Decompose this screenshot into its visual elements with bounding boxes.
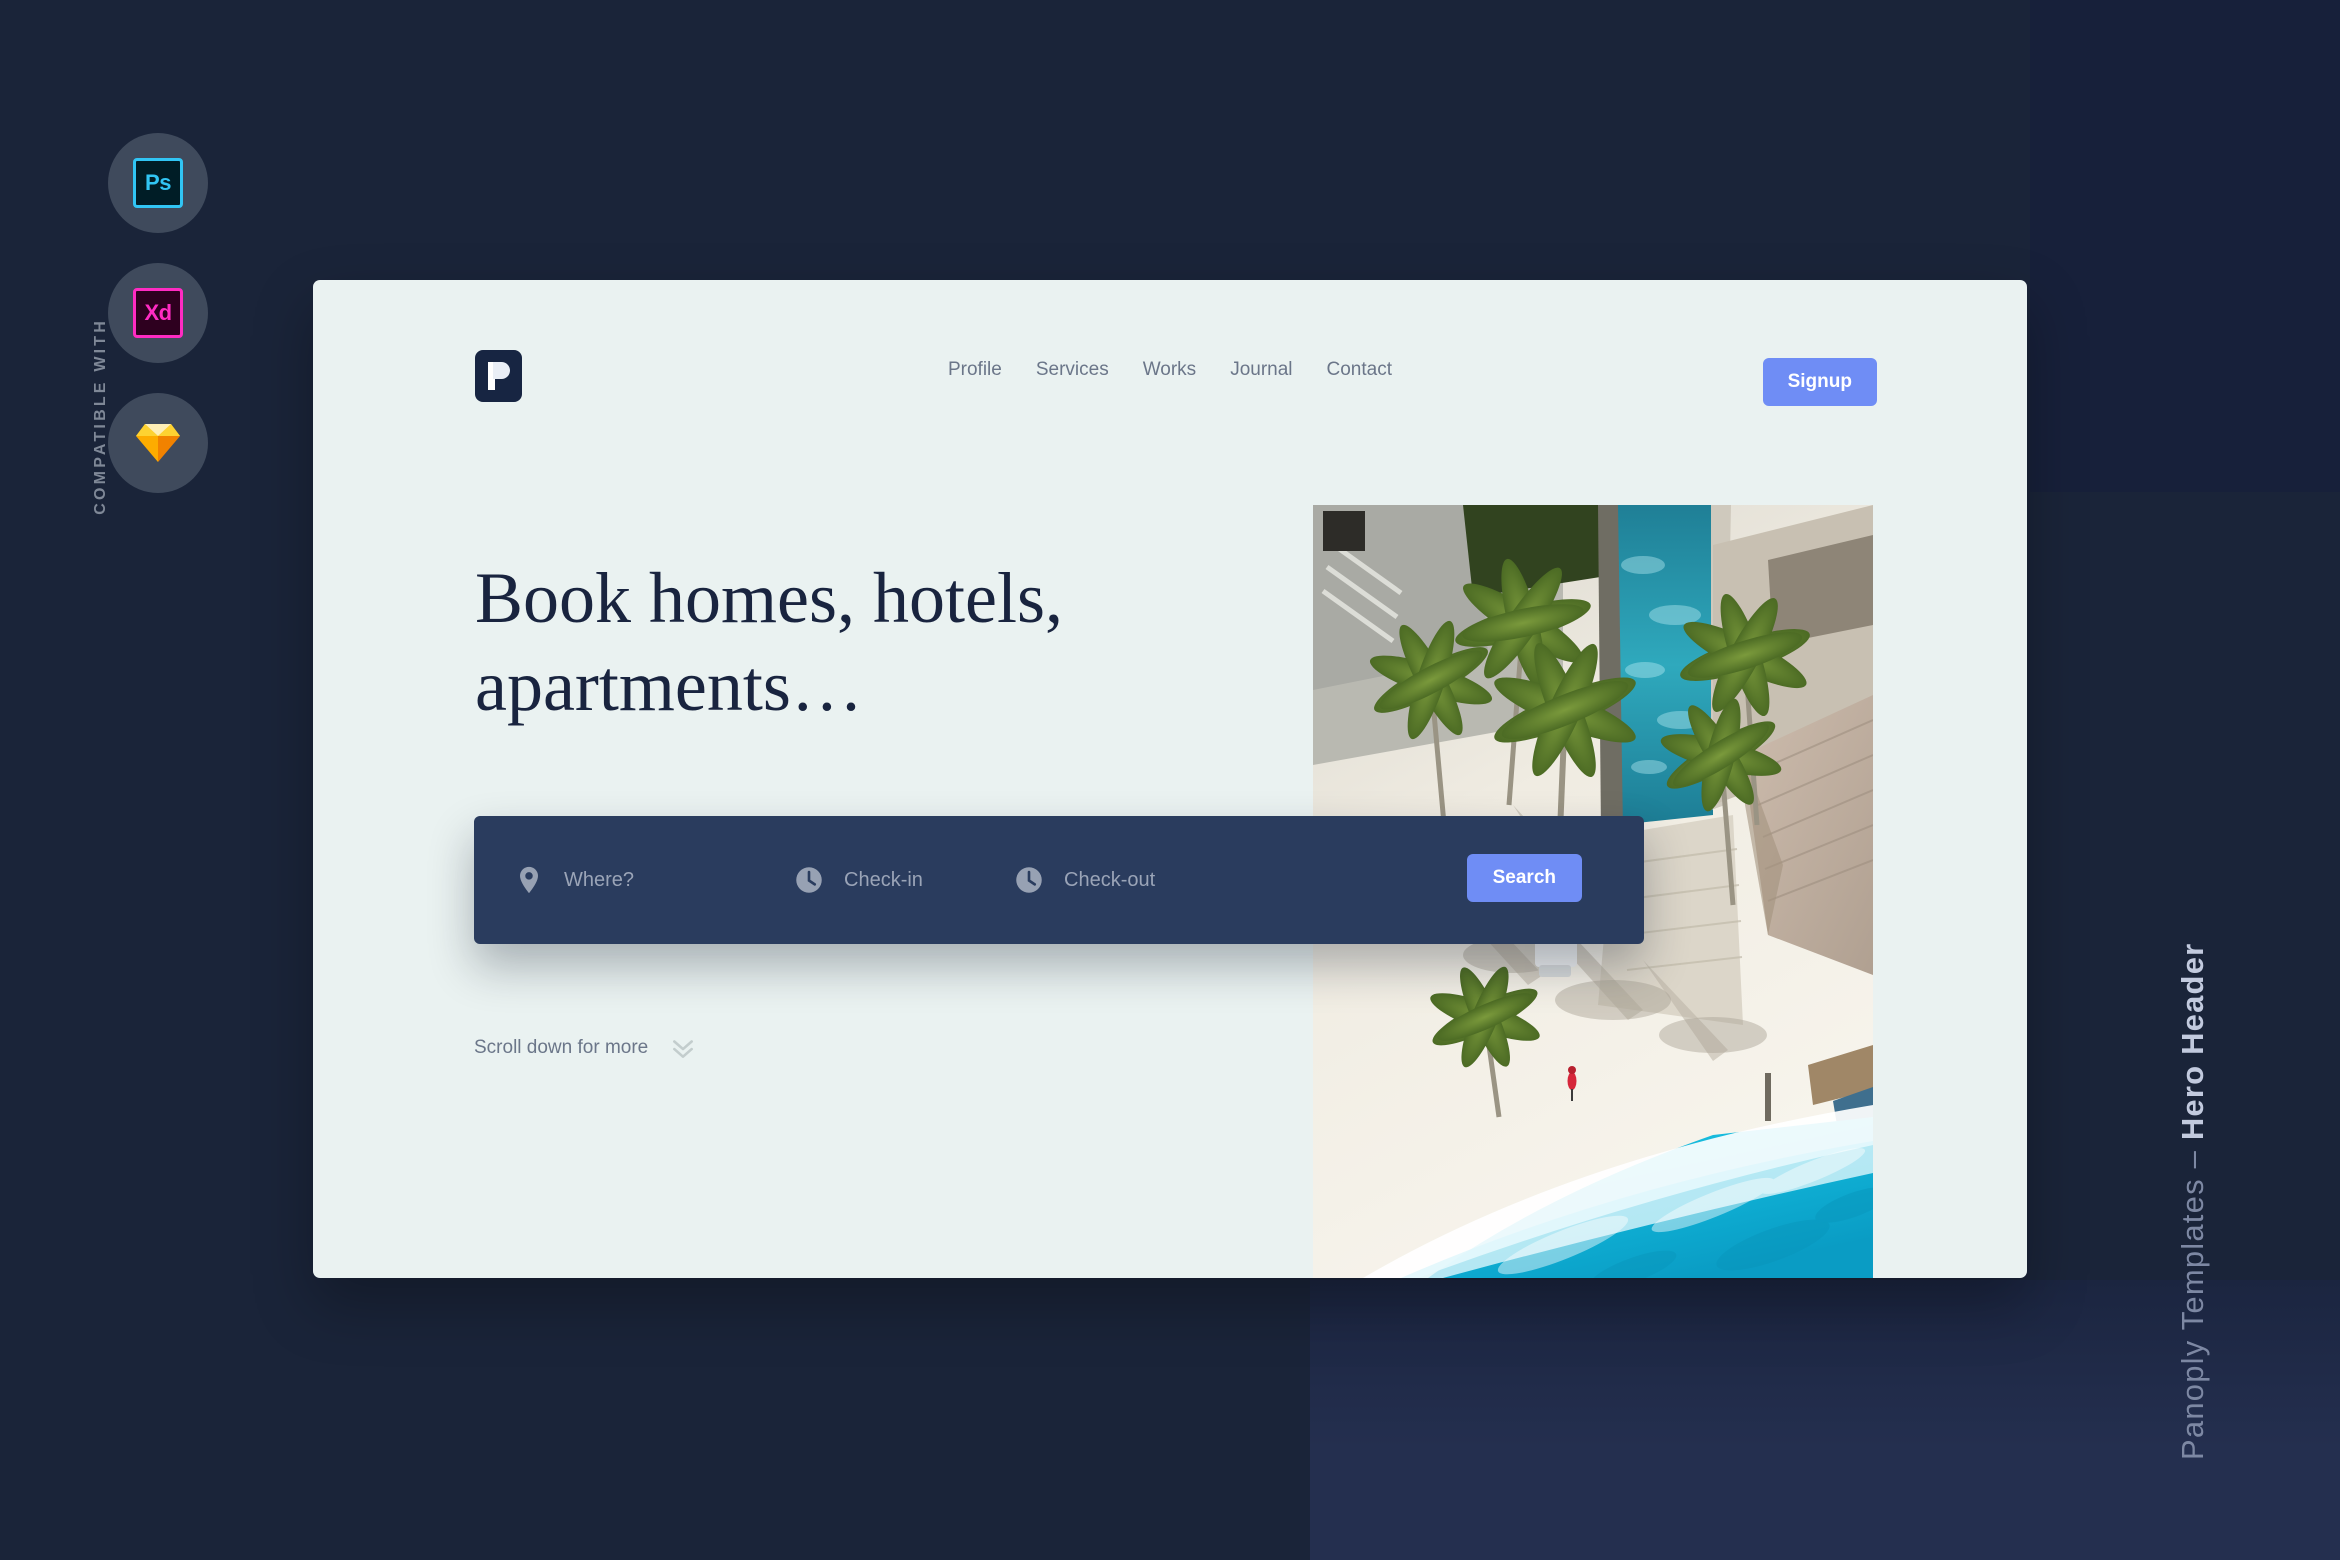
compatible-with-label: COMPATIBLE WITH	[92, 318, 109, 515]
xd-icon: Xd	[133, 288, 183, 338]
double-chevron-down-icon	[673, 1040, 694, 1058]
scroll-hint[interactable]: Scroll down for more	[474, 1035, 696, 1061]
search-field-checkin-label: Check-in	[844, 868, 923, 891]
nav-item-profile[interactable]: Profile	[948, 359, 1002, 381]
scroll-hint-label: Scroll down for more	[474, 1037, 649, 1058]
search-field-checkout[interactable]: Check-out	[1014, 816, 1244, 944]
nav-item-services[interactable]: Services	[1036, 359, 1109, 381]
photoshop-icon-label: Ps	[145, 170, 171, 195]
clock-icon	[796, 867, 822, 893]
template-caption-emphasis: Hero Header	[2175, 942, 2210, 1141]
xd-icon-label: Xd	[144, 300, 172, 325]
sketch-icon	[136, 424, 180, 462]
nav-item-contact[interactable]: Contact	[1327, 359, 1392, 381]
search-bar: Where? Check-in Check-out Search	[474, 816, 1644, 944]
search-field-where-label: Where?	[564, 868, 635, 891]
template-caption: Panoply Templates – Hero Header	[2175, 943, 2211, 1460]
page-title: Book homes, hotels, apartments…	[475, 558, 1063, 726]
clock-icon	[1016, 867, 1042, 893]
nav-item-journal[interactable]: Journal	[1230, 359, 1292, 381]
search-field-where[interactable]: Where?	[514, 816, 794, 944]
search-field-checkout-label: Check-out	[1064, 868, 1156, 891]
map-pin-icon	[520, 866, 538, 894]
app-icon-xd[interactable]: Xd	[108, 263, 208, 363]
app-icon-sketch[interactable]	[108, 393, 208, 493]
template-caption-prefix: Panoply Templates –	[2175, 1140, 2210, 1460]
hero-header-card: Profile Services Works Journal Contact S…	[313, 280, 2027, 1278]
signup-button[interactable]: Signup	[1762, 358, 1877, 406]
app-icon-photoshop[interactable]: Ps	[108, 133, 208, 233]
background-panel-top-right	[2030, 0, 2340, 492]
photoshop-icon: Ps	[133, 158, 183, 208]
site-header: Profile Services Works Journal Contact S…	[313, 280, 2027, 460]
compatible-apps-rail: Ps Xd	[108, 133, 208, 523]
search-button[interactable]: Search	[1466, 854, 1582, 902]
search-field-checkin[interactable]: Check-in	[794, 816, 1014, 944]
nav-item-works[interactable]: Works	[1143, 359, 1196, 381]
